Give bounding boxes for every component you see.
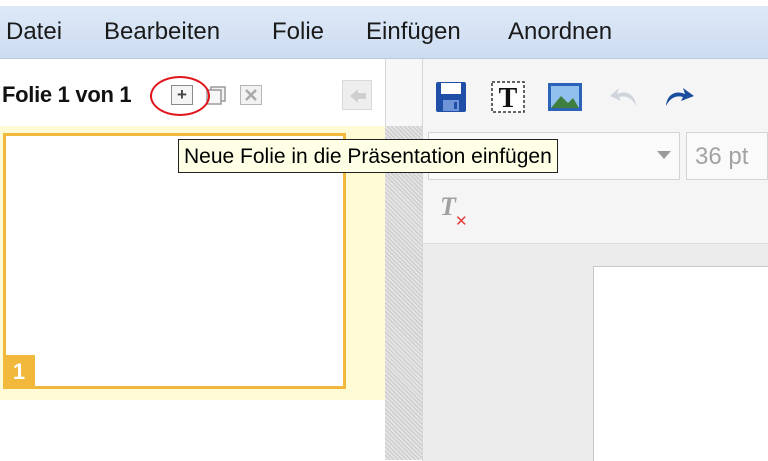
- prev-slide-button[interactable]: [342, 80, 372, 110]
- font-size-dropdown[interactable]: 36 pt: [686, 132, 768, 180]
- svg-text:T: T: [499, 83, 518, 114]
- slide-number-badge: 1: [3, 355, 35, 389]
- insert-textbox-button[interactable]: T: [490, 80, 526, 119]
- delete-slide-button[interactable]: [240, 85, 262, 105]
- redo-button[interactable]: [662, 82, 696, 117]
- redo-icon: [666, 88, 694, 106]
- undo-button[interactable]: [608, 82, 642, 117]
- highlight-circle: [150, 76, 210, 116]
- panel-splitter[interactable]: [385, 126, 422, 460]
- menu-datei[interactable]: Datei: [6, 18, 62, 46]
- insert-image-button[interactable]: [547, 80, 583, 119]
- undo-icon: [610, 88, 636, 106]
- textbox-icon: T: [491, 81, 525, 114]
- arrow-left-icon: [350, 89, 366, 103]
- splitter-top: [385, 59, 423, 126]
- menu-bearbeiten[interactable]: Bearbeiten: [104, 18, 220, 46]
- slide-canvas[interactable]: [593, 266, 768, 461]
- save-icon: [436, 82, 466, 112]
- chevron-down-icon: [657, 151, 671, 159]
- clear-x-mark: ✕: [455, 213, 468, 230]
- clear-format-icon: T: [440, 192, 456, 221]
- save-button[interactable]: [434, 80, 468, 119]
- menu-anordnen[interactable]: Anordnen: [508, 18, 612, 46]
- image-icon: [548, 83, 582, 111]
- menu-folie[interactable]: Folie: [272, 18, 324, 46]
- slide-counter: Folie 1 von 1: [2, 82, 132, 107]
- close-icon: [245, 89, 257, 101]
- menu-einfuegen[interactable]: Einfügen: [366, 18, 461, 46]
- menubar: Datei Bearbeiten Folie Einfügen Anordnen: [0, 6, 768, 59]
- tooltip: Neue Folie in die Präsentation einfügen: [178, 139, 558, 173]
